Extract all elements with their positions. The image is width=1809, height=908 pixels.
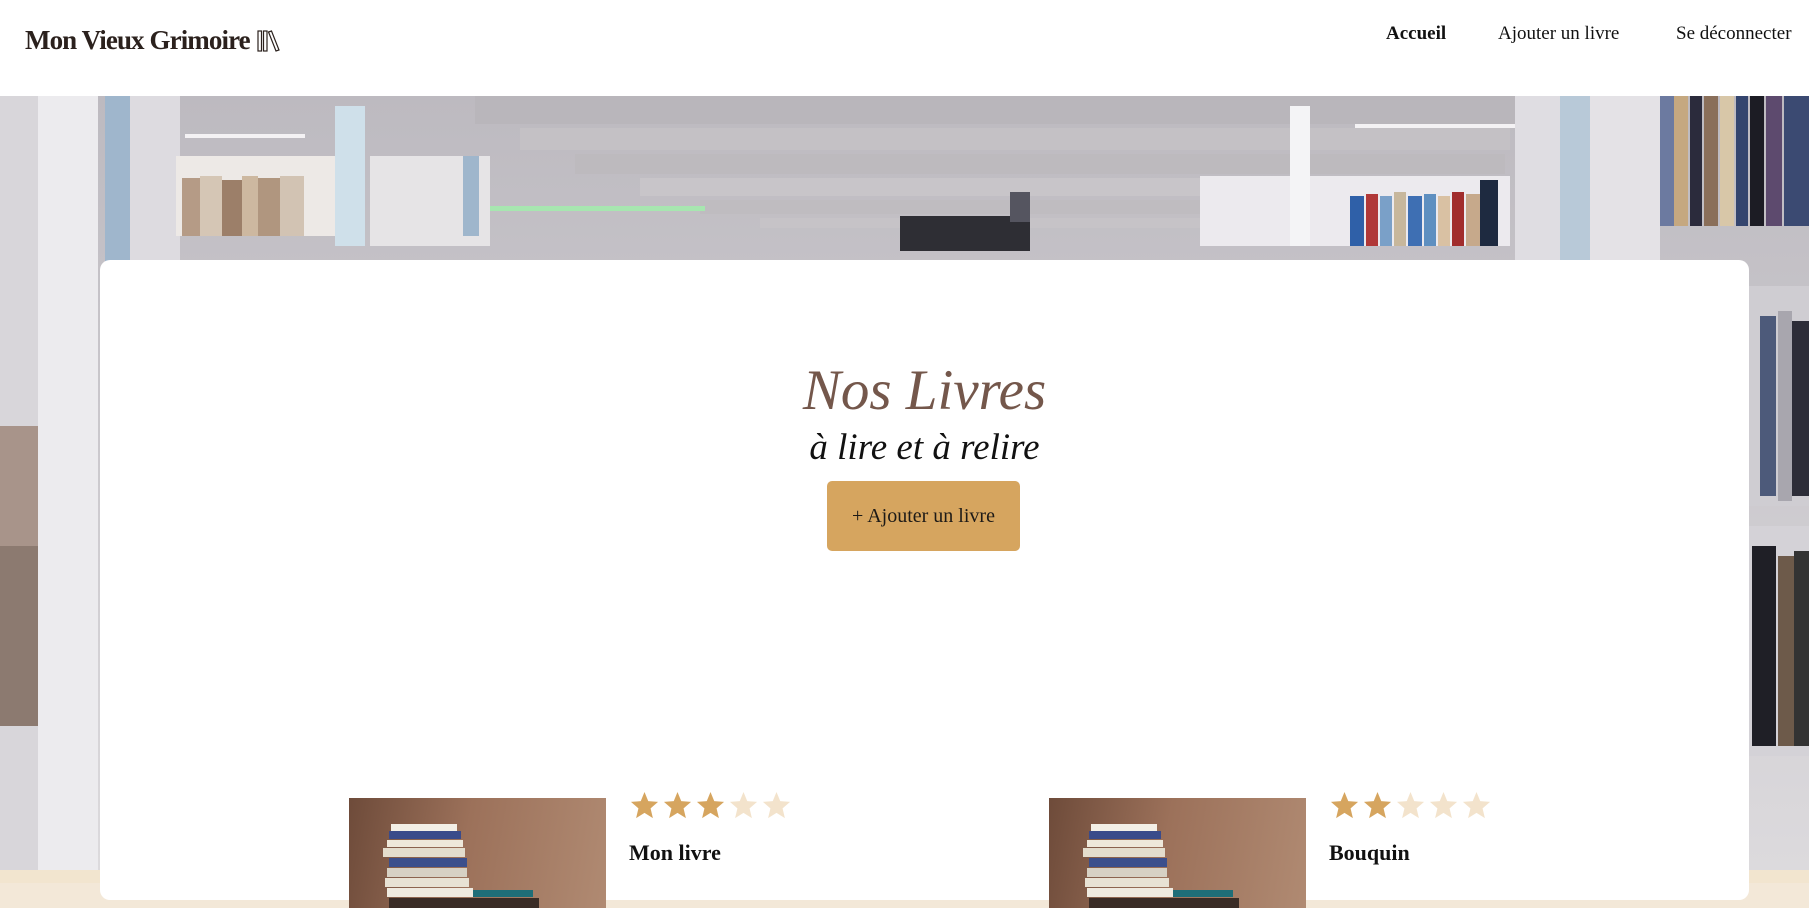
book-title: Bouquin: [1329, 840, 1410, 865]
star-full-icon: [696, 791, 725, 819]
star-full-icon: [630, 791, 659, 819]
star-empty-icon: [1429, 791, 1458, 819]
book-stack-logo-icon: [257, 30, 280, 52]
logo[interactable]: Mon Vieux Grimoire: [25, 22, 281, 58]
nav-logout[interactable]: Se déconnecter: [1676, 22, 1792, 46]
star-full-icon: [1330, 791, 1359, 819]
book-rating: [629, 790, 792, 821]
page-subtitle: à lire et à relire: [809, 427, 1040, 468]
star-full-icon: [663, 791, 692, 819]
book-title: Mon livre: [629, 840, 721, 865]
nav-home[interactable]: Accueil: [1386, 22, 1446, 46]
book-cover-image: [349, 798, 606, 908]
page-title: Nos Livres: [802, 359, 1047, 422]
star-empty-icon: [1462, 791, 1491, 819]
logo-text: Mon Vieux Grimoire: [25, 24, 251, 55]
add-book-button[interactable]: + Ajouter un livre: [827, 481, 1020, 551]
star-empty-icon: [1396, 791, 1425, 819]
book-rating: [1329, 790, 1492, 821]
star-empty-icon: [762, 791, 791, 819]
site-header: Mon Vieux Grimoire Accueil Ajouter un li…: [0, 0, 1809, 96]
star-empty-icon: [729, 791, 758, 819]
book-cover-image: [1049, 798, 1306, 908]
nav-add-book[interactable]: Ajouter un livre: [1498, 22, 1619, 46]
books-card: Nos Livres à lire et à relire + Ajouter …: [100, 260, 1749, 908]
star-full-icon: [1363, 791, 1392, 819]
